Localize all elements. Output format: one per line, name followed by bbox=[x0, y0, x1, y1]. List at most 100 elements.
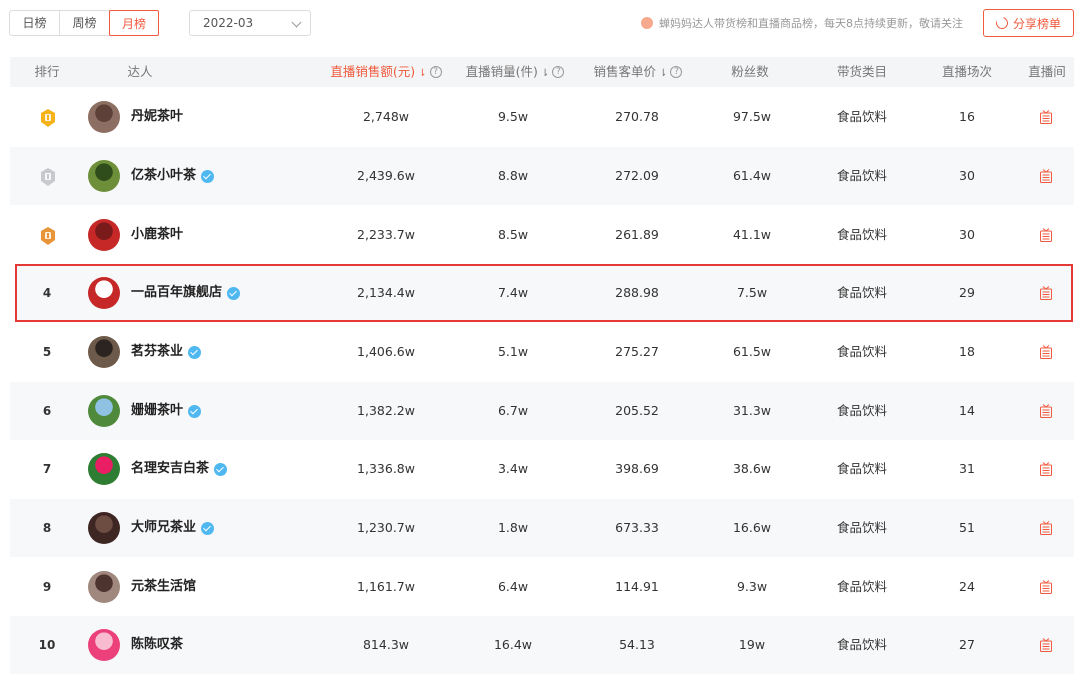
help-icon[interactable]: ? bbox=[670, 65, 683, 78]
avatar[interactable] bbox=[88, 219, 120, 251]
fans-count: 61.4w bbox=[732, 168, 772, 183]
table-row[interactable]: 亿茶小叶茶 2,439.6w 8.8w 272.09 61.4w 食品饮料 30 bbox=[10, 147, 1074, 205]
share-icon bbox=[993, 14, 1011, 32]
avatar[interactable] bbox=[88, 571, 120, 603]
medal-silver-icon bbox=[41, 168, 55, 186]
avatar[interactable] bbox=[88, 336, 120, 368]
live-room-icon[interactable] bbox=[1040, 345, 1052, 359]
talent-name[interactable]: 茗芬茶业 bbox=[131, 323, 202, 381]
table-row[interactable]: 丹妮茶叶 2,748w 9.5w 270.78 97.5w 食品饮料 16 bbox=[10, 88, 1074, 146]
unit-price: 272.09 bbox=[615, 168, 659, 183]
table-row[interactable]: 9 元茶生活馆 1,161.7w 6.4w 114.91 9.3w 食品饮料 2… bbox=[10, 558, 1074, 616]
live-count: 14 bbox=[959, 403, 975, 418]
unit-price: 261.89 bbox=[615, 227, 659, 242]
sales-amount: 1,336.8w bbox=[357, 461, 415, 476]
tab-monthly[interactable]: 月榜 bbox=[109, 10, 159, 36]
live-room-icon[interactable] bbox=[1040, 580, 1052, 594]
talent-name[interactable]: 姗姗茶叶 bbox=[131, 382, 202, 440]
table-row[interactable]: 5 茗芬茶业 1,406.6w 5.1w 275.27 61.5w 食品饮料 1… bbox=[10, 323, 1074, 381]
help-icon[interactable]: ? bbox=[552, 65, 565, 78]
live-count: 18 bbox=[959, 344, 975, 359]
live-count: 51 bbox=[959, 520, 975, 535]
sales-amount: 1,161.7w bbox=[357, 579, 415, 594]
notice-text: 蝉妈妈达人带货榜和直播商品榜，每天8点持续更新，敬请关注 bbox=[659, 17, 963, 30]
table-row[interactable]: 7 名理安吉白茶 1,336.8w 3.4w 398.69 38.6w 食品饮料… bbox=[10, 440, 1074, 498]
share-ranking-button[interactable]: 分享榜单 bbox=[983, 9, 1074, 37]
share-button-label: 分享榜单 bbox=[1012, 16, 1061, 31]
unit-price: 275.27 bbox=[615, 344, 659, 359]
header-talent: 达人 bbox=[127, 64, 153, 79]
live-room-icon[interactable] bbox=[1040, 638, 1052, 652]
header-sales-volume[interactable]: 直播销量(件) ⇂? bbox=[460, 57, 570, 87]
avatar[interactable] bbox=[88, 453, 120, 485]
live-room-icon[interactable] bbox=[1040, 462, 1052, 476]
talent-name[interactable]: 丹妮茶叶 bbox=[131, 88, 183, 146]
tab-daily[interactable]: 日榜 bbox=[10, 11, 60, 35]
talent-name[interactable]: 亿茶小叶茶 bbox=[131, 147, 215, 205]
sales-amount: 2,748w bbox=[362, 109, 409, 124]
unit-price: 205.52 bbox=[615, 403, 659, 418]
help-icon[interactable]: ? bbox=[429, 65, 442, 78]
month-select[interactable]: 2022-03 bbox=[189, 10, 311, 36]
tab-weekly[interactable]: 周榜 bbox=[60, 11, 110, 35]
sales-volume: 9.5w bbox=[497, 109, 529, 124]
sales-volume: 8.5w bbox=[497, 227, 529, 242]
verified-icon bbox=[227, 286, 241, 300]
table-row[interactable]: 8 大师兄茶业 1,230.7w 1.8w 673.33 16.6w 食品饮料 … bbox=[10, 499, 1074, 557]
sort-down-icon: ⇂ bbox=[418, 68, 427, 79]
chevron-down-icon bbox=[291, 17, 302, 28]
talent-name-label: 小鹿茶叶 bbox=[131, 227, 184, 242]
header-unit-price[interactable]: 销售客单价 ⇂? bbox=[588, 57, 688, 87]
live-room-icon[interactable] bbox=[1040, 110, 1052, 124]
header-fans: 粉丝数 bbox=[731, 64, 769, 79]
rank-number: 8 bbox=[42, 521, 52, 535]
talent-name[interactable]: 一品百年旗舰店 bbox=[131, 264, 241, 322]
table-row[interactable]: 10 陈陈叹茶 814.3w 16.4w 54.13 19w 食品饮料 27 bbox=[10, 616, 1074, 674]
live-room-icon[interactable] bbox=[1040, 286, 1052, 300]
live-room-icon[interactable] bbox=[1040, 228, 1052, 242]
avatar[interactable] bbox=[88, 101, 120, 133]
rank-number: 6 bbox=[42, 404, 52, 418]
avatar[interactable] bbox=[88, 277, 120, 309]
sales-volume: 16.4w bbox=[493, 637, 533, 652]
talent-name-label: 陈陈叹茶 bbox=[131, 637, 184, 652]
avatar[interactable] bbox=[88, 512, 120, 544]
header-sales-amount[interactable]: 直播销售额(元) ⇂? bbox=[326, 57, 446, 87]
talent-name[interactable]: 名理安吉白茶 bbox=[131, 440, 228, 498]
category: 食品饮料 bbox=[836, 109, 887, 124]
live-count: 30 bbox=[959, 227, 975, 242]
sales-amount: 1,406.6w bbox=[357, 344, 415, 359]
fans-count: 9.3w bbox=[736, 579, 768, 594]
talent-name-label: 一品百年旗舰店 bbox=[131, 285, 223, 300]
category: 食品饮料 bbox=[836, 637, 887, 652]
live-count: 24 bbox=[959, 579, 975, 594]
fans-count: 16.6w bbox=[732, 520, 772, 535]
table-row[interactable]: 小鹿茶叶 2,233.7w 8.5w 261.89 41.1w 食品饮料 30 bbox=[10, 206, 1074, 264]
table-row[interactable]: 4 一品百年旗舰店 2,134.4w 7.4w 288.98 7.5w 食品饮料… bbox=[15, 264, 1073, 322]
sales-volume: 7.4w bbox=[497, 285, 529, 300]
avatar[interactable] bbox=[88, 160, 120, 192]
avatar[interactable] bbox=[88, 629, 120, 661]
live-room-icon[interactable] bbox=[1040, 169, 1052, 183]
fans-count: 7.5w bbox=[736, 285, 768, 300]
sales-volume: 3.4w bbox=[497, 461, 529, 476]
sales-amount: 2,134.4w bbox=[357, 285, 415, 300]
live-room-icon[interactable] bbox=[1040, 404, 1052, 418]
fans-count: 41.1w bbox=[732, 227, 772, 242]
fans-count: 61.5w bbox=[732, 344, 772, 359]
talent-name[interactable]: 大师兄茶业 bbox=[131, 499, 215, 557]
fans-count: 19w bbox=[738, 637, 766, 652]
talent-name[interactable]: 陈陈叹茶 bbox=[131, 616, 183, 674]
live-room-icon[interactable] bbox=[1040, 521, 1052, 535]
sales-volume: 5.1w bbox=[497, 344, 529, 359]
talent-name[interactable]: 小鹿茶叶 bbox=[131, 206, 183, 264]
live-count: 31 bbox=[959, 461, 975, 476]
sales-volume: 1.8w bbox=[497, 520, 529, 535]
table-row[interactable]: 6 姗姗茶叶 1,382.2w 6.7w 205.52 31.3w 食品饮料 1… bbox=[10, 382, 1074, 440]
sales-amount: 814.3w bbox=[362, 637, 409, 652]
avatar[interactable] bbox=[88, 395, 120, 427]
sales-volume: 6.4w bbox=[497, 579, 529, 594]
header-sales-amount-label: 直播销售额(元) bbox=[330, 64, 416, 79]
verified-icon bbox=[214, 462, 228, 476]
talent-name[interactable]: 元茶生活馆 bbox=[131, 558, 196, 616]
